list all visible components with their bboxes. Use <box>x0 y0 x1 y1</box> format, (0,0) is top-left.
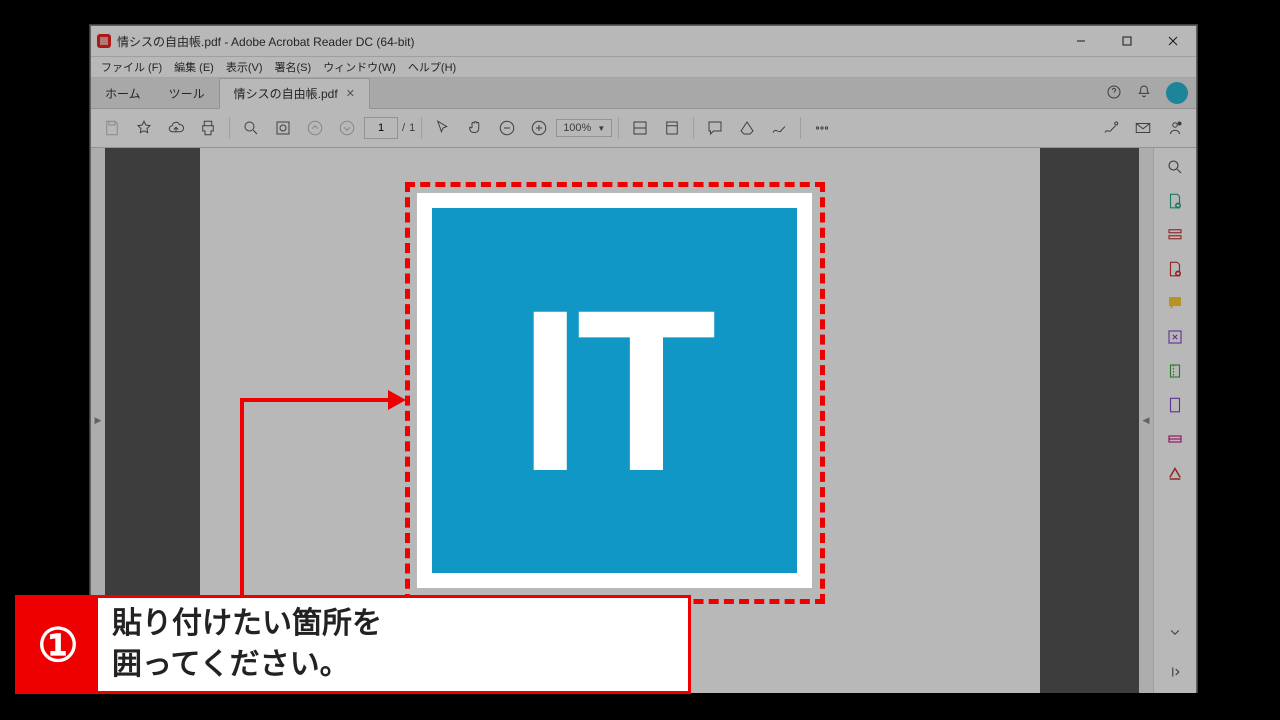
sign-icon[interactable] <box>1096 113 1126 143</box>
compress-icon[interactable] <box>1164 360 1186 382</box>
maximize-button[interactable] <box>1104 26 1150 56</box>
redact-icon[interactable] <box>1164 428 1186 450</box>
share-icon[interactable] <box>1160 113 1190 143</box>
pointer-icon[interactable] <box>428 113 458 143</box>
instruction-line1: 貼り付けたい箇所を <box>112 604 382 645</box>
page-total: 1 <box>409 122 415 134</box>
tools-pane <box>1153 148 1196 693</box>
zoom-out-icon[interactable] <box>492 113 522 143</box>
zoom-in-icon[interactable] <box>524 113 554 143</box>
close-button[interactable] <box>1150 26 1196 56</box>
instruction-callout: ① 貼り付けたい箇所を 囲ってください。 <box>15 595 691 694</box>
page-sep: / <box>402 122 405 134</box>
cloud-icon[interactable] <box>161 113 191 143</box>
page-down-icon[interactable] <box>332 113 362 143</box>
print-icon[interactable] <box>193 113 223 143</box>
draw-icon[interactable] <box>764 113 794 143</box>
page-current-input[interactable] <box>364 117 398 139</box>
menu-edit[interactable]: 編集 (E) <box>168 59 220 75</box>
tab-document[interactable]: 情シスの自由帳.pdf ✕ <box>219 78 370 109</box>
close-tab-icon[interactable]: ✕ <box>346 87 355 100</box>
protect-icon[interactable] <box>1164 462 1186 484</box>
organize-icon[interactable] <box>1164 326 1186 348</box>
tab-document-label: 情シスの自由帳.pdf <box>234 85 338 102</box>
step-number: ① <box>18 598 98 691</box>
page-indicator: / 1 <box>364 117 415 139</box>
tab-tools[interactable]: ツール <box>155 79 219 108</box>
edit-pdf-icon[interactable] <box>1164 224 1186 246</box>
create-pdf-icon[interactable] <box>1164 258 1186 280</box>
search-icon[interactable] <box>236 113 266 143</box>
hand-icon[interactable] <box>460 113 490 143</box>
menu-window[interactable]: ウィンドウ(W) <box>317 59 402 75</box>
title-bar: 情シスの自由帳.pdf - Adobe Acrobat Reader DC (6… <box>91 26 1196 57</box>
search-tool-icon[interactable] <box>1164 156 1186 178</box>
instruction-text: 貼り付けたい箇所を 囲ってください。 <box>98 598 396 691</box>
star-icon[interactable] <box>129 113 159 143</box>
minimize-button[interactable] <box>1058 26 1104 56</box>
selection-marquee <box>405 182 825 604</box>
expand-right-icon[interactable]: ◀ <box>1139 148 1153 693</box>
fill-sign-icon[interactable] <box>1164 394 1186 416</box>
instruction-line2: 囲ってください。 <box>112 645 382 686</box>
fit-width-icon[interactable] <box>625 113 655 143</box>
bell-icon[interactable] <box>1136 84 1152 103</box>
menu-sign[interactable]: 署名(S) <box>269 59 318 75</box>
more-icon[interactable] <box>807 113 837 143</box>
export-pdf-icon[interactable] <box>1164 190 1186 212</box>
connector-vertical <box>240 398 244 598</box>
collapse-pane-icon[interactable] <box>1164 661 1186 683</box>
help-icon[interactable] <box>1106 84 1122 103</box>
menu-bar: ファイル (F) 編集 (E) 表示(V) 署名(S) ウィンドウ(W) ヘルプ… <box>91 57 1196 78</box>
arrowhead-icon <box>388 390 406 410</box>
comment-tool-icon[interactable] <box>1164 292 1186 314</box>
fit-page-icon[interactable] <box>657 113 687 143</box>
highlight-icon[interactable] <box>732 113 762 143</box>
page-up-icon[interactable] <box>300 113 330 143</box>
comment-icon[interactable] <box>700 113 730 143</box>
app-icon <box>97 34 111 48</box>
menu-help[interactable]: ヘルプ(H) <box>402 59 462 75</box>
zoom-select[interactable]: 100%▼ <box>556 119 612 137</box>
menu-view[interactable]: 表示(V) <box>220 59 269 75</box>
connector-horizontal <box>240 398 390 402</box>
window-title: 情シスの自由帳.pdf - Adobe Acrobat Reader DC (6… <box>117 33 414 50</box>
chevron-down-icon[interactable] <box>1164 621 1186 643</box>
account-avatar[interactable] <box>1166 82 1188 104</box>
tab-bar: ホーム ツール 情シスの自由帳.pdf ✕ <box>91 78 1196 109</box>
tab-home[interactable]: ホーム <box>91 79 155 108</box>
toolbar: / 1 100%▼ <box>91 109 1196 148</box>
save-icon[interactable] <box>97 113 127 143</box>
mail-icon[interactable] <box>1128 113 1158 143</box>
menu-file[interactable]: ファイル (F) <box>95 59 168 75</box>
snapshot-icon[interactable] <box>268 113 298 143</box>
